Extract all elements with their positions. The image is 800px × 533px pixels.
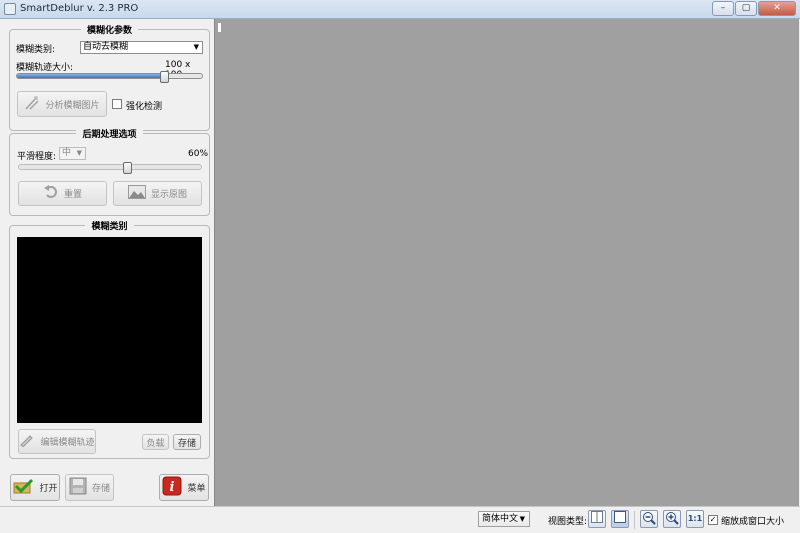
post-processing-title: 后期处理选项 xyxy=(76,130,143,140)
fit-window-label: 缩放成窗口大小 xyxy=(721,517,785,527)
image-canvas[interactable] xyxy=(214,19,799,506)
language-value: 简体中文 xyxy=(482,514,519,524)
post-processing-group: 后期处理选项 平滑程度: 中 ▼ 60% 重置 显示原图 xyxy=(9,130,210,216)
blur-params-title: 模糊化参数 xyxy=(80,26,138,36)
language-select[interactable]: 简体中文 ▼ xyxy=(478,511,530,527)
blur-size-label: 模糊轨迹大小: xyxy=(16,63,74,73)
actual-size-button[interactable]: 1:1 xyxy=(686,510,704,528)
menu-button[interactable]: i 菜单 xyxy=(159,474,209,501)
single-view-icon[interactable] xyxy=(611,510,629,528)
save-trajectory-label: 存储 xyxy=(177,438,196,449)
canvas-marker xyxy=(218,23,221,32)
blur-kernel-preview xyxy=(17,237,202,423)
minimize-button[interactable]: – xyxy=(712,1,734,16)
analyze-icon xyxy=(24,95,40,114)
edit-trajectory-button[interactable]: 编辑模糊轨迹 xyxy=(18,429,96,454)
save-label: 存储 xyxy=(91,484,110,494)
view-type-label: 视图类型: xyxy=(548,517,588,527)
smoothness-label: 平滑程度: xyxy=(17,152,57,162)
title-bar: SmartDeblur v. 2.3 PRO – ▢ ✕ xyxy=(0,0,800,19)
smoothness-value: 中 xyxy=(62,148,72,158)
image-icon xyxy=(127,185,146,202)
floppy-disk-icon xyxy=(69,477,87,498)
maximize-button[interactable]: ▢ xyxy=(735,1,757,16)
smoothness-slider[interactable] xyxy=(18,162,202,174)
smoothness-percent: 60% xyxy=(188,149,209,159)
chevron-down-icon: ▼ xyxy=(519,515,525,523)
left-panel: 模糊化参数 模糊类别: 自动去模糊 ▼ 模糊轨迹大小: 100 x 100 分析… xyxy=(0,19,214,506)
fit-window-checkbox[interactable]: ✓ xyxy=(708,515,718,525)
smoothness-slider-thumb[interactable] xyxy=(123,162,133,174)
blur-params-group: 模糊化参数 模糊类别: 自动去模糊 ▼ 模糊轨迹大小: 100 x 100 分析… xyxy=(9,26,210,131)
open-checkmark-icon xyxy=(12,478,34,497)
split-view-icon[interactable] xyxy=(588,510,606,528)
window-title: SmartDeblur v. 2.3 PRO xyxy=(20,3,139,14)
blur-size-slider-thumb[interactable] xyxy=(160,71,169,83)
svg-text:i: i xyxy=(170,480,175,495)
zoom-out-icon[interactable] xyxy=(640,510,658,528)
save-button[interactable]: 存储 xyxy=(65,474,114,501)
analyze-label: 分析模糊图片 xyxy=(45,100,100,111)
open-label: 打开 xyxy=(39,484,58,494)
save-trajectory-button[interactable]: 存储 xyxy=(173,434,201,450)
chevron-down-icon: ▼ xyxy=(193,43,199,51)
status-bar: 简体中文 ▼ 视图类型: 1:1 ✓ 缩放成窗口大小 xyxy=(0,506,800,533)
reset-button[interactable]: 重置 xyxy=(18,181,107,206)
show-original-button[interactable]: 显示原图 xyxy=(113,181,202,206)
zoom-in-icon[interactable] xyxy=(663,510,681,528)
load-button[interactable]: 负载 xyxy=(142,434,169,450)
open-button[interactable]: 打开 xyxy=(10,474,60,501)
blur-type-title: 模糊类别 xyxy=(85,222,134,232)
close-button[interactable]: ✕ xyxy=(758,1,796,16)
edit-trajectory-label: 编辑模糊轨迹 xyxy=(40,438,95,448)
show-original-label: 显示原图 xyxy=(150,190,187,200)
smoothness-select[interactable]: 中 ▼ xyxy=(59,147,86,160)
enhance-checkbox[interactable] xyxy=(112,99,122,109)
info-icon: i xyxy=(162,476,182,499)
blur-size-slider[interactable] xyxy=(16,71,203,83)
pencil-icon xyxy=(19,433,35,450)
load-label: 负载 xyxy=(146,438,165,449)
blur-type-label: 模糊类别: xyxy=(16,45,56,55)
enhance-label: 强化检测 xyxy=(126,102,163,112)
chevron-down-icon: ▼ xyxy=(76,149,82,157)
undo-icon xyxy=(43,185,59,202)
reset-label: 重置 xyxy=(63,190,82,200)
app-icon xyxy=(4,3,16,15)
analyze-button[interactable]: 分析模糊图片 xyxy=(17,91,107,117)
blur-size-slider-fill xyxy=(17,74,165,78)
blur-type-value: 自动去模糊 xyxy=(83,42,129,52)
blur-type-select[interactable]: 自动去模糊 ▼ xyxy=(80,41,203,54)
menu-label: 菜单 xyxy=(187,484,206,494)
